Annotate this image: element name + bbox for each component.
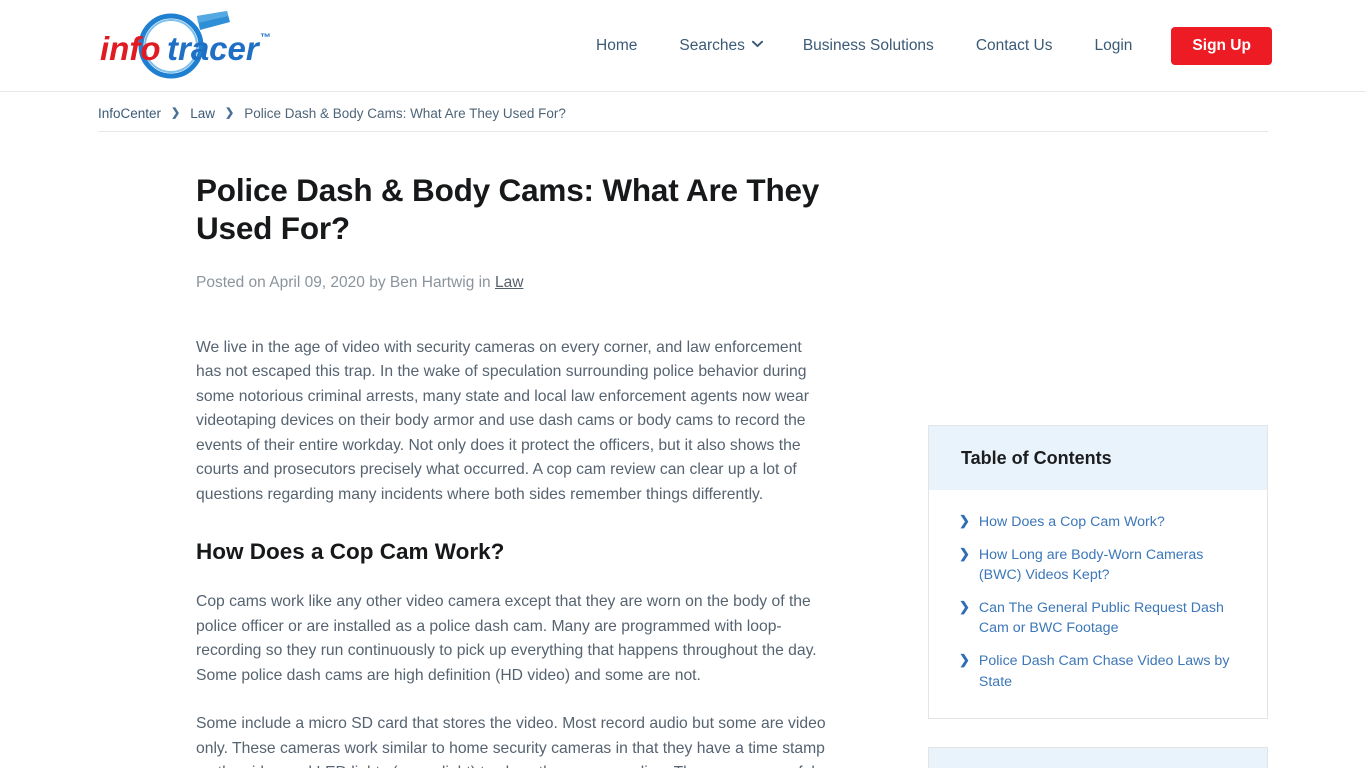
about-the-author-card: About the Author Ben Hartwig Ben is a Di… [928,747,1268,768]
nav-item-login[interactable]: Login [1073,37,1153,55]
article-meta-text: Posted on April 09, 2020 by Ben Hartwig … [196,273,495,291]
toc-item[interactable]: ❯ Police Dash Cam Chase Video Laws by St… [959,651,1237,692]
svg-text:info: info [100,30,160,67]
article-meta: Posted on April 09, 2020 by Ben Hartwig … [196,274,830,292]
article-paragraph-3: Some include a micro SD card that stores… [196,715,826,768]
chevron-down-icon [751,40,763,49]
nav-item-label: Searches [679,37,745,54]
breadcrumb: InfoCenter ❯ Law ❯ Police Dash & Body Ca… [98,96,1268,132]
toc-link[interactable]: Can The General Public Request Dash Cam … [979,598,1237,639]
content-container: Police Dash & Body Cams: What Are They U… [98,132,1268,768]
article-paragraph-1: We live in the age of video with securit… [196,338,809,503]
infotracer-logo[interactable]: info tracer ™ [98,8,284,82]
breadcrumb-bar: InfoCenter ❯ Law ❯ Police Dash & Body Ca… [0,92,1366,132]
toc-header: Table of Contents [929,426,1267,490]
toc-link[interactable]: How Does a Cop Cam Work? [979,512,1165,533]
svg-text:™: ™ [260,32,271,44]
chevron-right-icon: ❯ [959,651,970,667]
page-body: Police Dash & Body Cams: What Are They U… [0,132,1366,768]
nav-item-label: Home [596,37,638,54]
chevron-right-icon: ❯ [225,107,235,119]
article-heading-how-does-a-cop-cam-work: How Does a Cop Cam Work? [196,538,505,564]
nav-item-home[interactable]: Home [575,37,658,55]
chevron-right-icon: ❯ [959,545,970,561]
breadcrumb-item-law[interactable]: Law [190,106,215,121]
sidebar: Table of Contents ❯ How Does a Cop Cam W… [928,132,1268,768]
nav-item-label: Business Solutions [802,37,934,54]
table-of-contents-card: Table of Contents ❯ How Does a Cop Cam W… [928,425,1268,720]
nav-item-label: Login [1094,37,1133,54]
article-main: Police Dash & Body Cams: What Are They U… [196,132,870,768]
toc-item[interactable]: ❯ How Long are Body-Worn Cameras (BWC) V… [959,545,1237,586]
nav-item-searches[interactable]: Searches [658,37,781,55]
toc-item[interactable]: ❯ How Does a Cop Cam Work? [959,512,1237,533]
author-header: About the Author [929,748,1267,768]
nav-item-business-solutions[interactable]: Business Solutions [782,37,955,55]
toc-body: ❯ How Does a Cop Cam Work? ❯ How Long ar… [929,490,1267,718]
nav-item-label: Contact Us [975,37,1053,54]
chevron-right-icon: ❯ [959,513,970,528]
sign-up-button[interactable]: Sign Up [1171,26,1272,66]
logo-graphic: info tracer ™ [100,11,271,79]
breadcrumb-item-current: Police Dash & Body Cams: What Are They U… [244,106,566,121]
nav-item-contact-us[interactable]: Contact Us [955,37,1074,55]
main-navigation: Home Searches Business Solutions Contact… [575,0,1272,92]
chevron-right-icon: ❯ [171,107,181,119]
toc-item[interactable]: ❯ Can The General Public Request Dash Ca… [959,598,1237,639]
toc-list: ❯ How Does a Cop Cam Work? ❯ How Long ar… [959,512,1237,692]
article-paragraph-2: Cop cams work like any other video camer… [196,593,817,684]
article-category-link[interactable]: Law [495,274,523,291]
site-header: info tracer ™ Home Searches Business Sol… [0,0,1366,92]
breadcrumb-item-infocenter[interactable]: InfoCenter [98,106,161,121]
toc-link[interactable]: How Long are Body-Worn Cameras (BWC) Vid… [979,545,1237,586]
svg-text:tracer: tracer [167,30,261,67]
toc-link[interactable]: Police Dash Cam Chase Video Laws by Stat… [979,651,1237,692]
chevron-right-icon: ❯ [959,598,970,614]
toc-title: Table of Contents [961,448,1112,468]
page-title: Police Dash & Body Cams: What Are They U… [196,172,820,246]
